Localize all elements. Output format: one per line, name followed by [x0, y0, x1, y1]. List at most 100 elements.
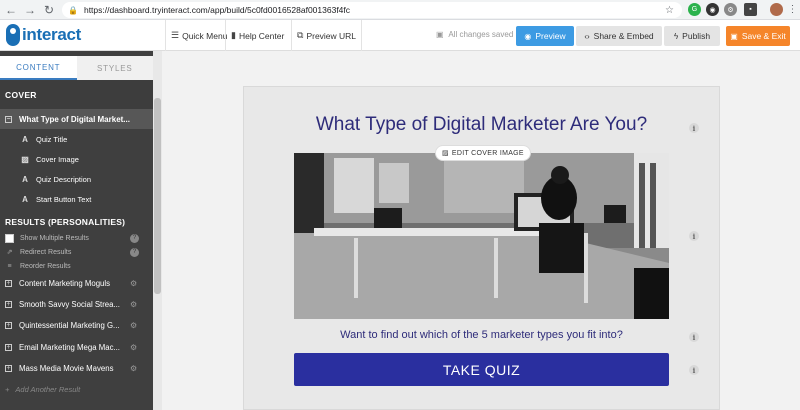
collapse-icon[interactable]: − [5, 115, 12, 123]
logo[interactable]: interact [6, 24, 81, 46]
tab-content[interactable]: CONTENT [0, 56, 77, 80]
preview-url-label: Preview URL [306, 30, 357, 41]
eye-extension-icon[interactable]: ◉ [706, 3, 719, 16]
sidebar-item-label: Quiz Description [36, 174, 92, 184]
expand-icon[interactable]: + [5, 321, 12, 329]
cover-photo [294, 153, 669, 319]
result-item[interactable]: + Quintessential Marketing G... ⚙ [0, 316, 153, 334]
expand-icon[interactable]: + [5, 279, 12, 287]
publish-button[interactable]: ϟ Publish [664, 26, 720, 46]
cover-image[interactable] [294, 153, 669, 319]
hamburger-icon: ☰ [171, 30, 180, 40]
extension-icon[interactable]: ▪ [744, 3, 757, 16]
redirect-results-option[interactable]: ⇗ Redirect Results ? [0, 245, 153, 259]
save-icon: ▣ [730, 31, 738, 41]
save-exit-label: Save & Exit [741, 31, 786, 41]
gear-icon[interactable]: ⚙ [130, 300, 137, 309]
gear-icon[interactable]: ⚙ [130, 343, 137, 352]
help-icon[interactable]: ? [130, 233, 139, 243]
share-embed-button[interactable]: ‹› Share & Embed [576, 26, 662, 46]
tab-styles[interactable]: STYLES [77, 56, 154, 80]
preview-label: Preview [535, 31, 566, 41]
preview-button[interactable]: ◉ Preview [516, 26, 574, 46]
result-label: Smooth Savvy Social Strea... [19, 299, 120, 309]
gear-icon[interactable]: ⚙ [130, 321, 137, 330]
quick-menu-link[interactable]: ☰ Quick Menu [165, 20, 232, 51]
result-label: Quintessential Marketing G... [19, 320, 120, 330]
image-icon: ▨ [442, 150, 449, 157]
external-link-icon: ⧉ [297, 30, 304, 40]
back-icon[interactable]: ← [3, 2, 19, 18]
text-icon: A [22, 194, 28, 204]
take-quiz-button[interactable]: TAKE QUIZ [294, 353, 669, 386]
info-icon[interactable]: i [689, 123, 699, 133]
show-multiple-results-option[interactable]: Show Multiple Results ? [0, 231, 153, 245]
sidebar-item-start-button-text[interactable]: A Start Button Text [0, 189, 153, 209]
book-icon: ▮ [231, 30, 236, 40]
cover-section-heading: COVER [0, 80, 153, 110]
text-icon: A [22, 134, 28, 144]
logo-icon [6, 24, 20, 46]
menu-icon[interactable]: ⋮ [786, 3, 799, 16]
help-center-label: Help Center [238, 30, 285, 41]
forward-icon[interactable]: → [22, 2, 38, 18]
expand-icon[interactable]: + [5, 343, 12, 351]
extension-icon[interactable]: ⚙ [724, 3, 737, 16]
reload-icon[interactable]: ↻ [41, 2, 57, 18]
gear-icon[interactable]: ⚙ [130, 279, 137, 288]
info-icon[interactable]: i [689, 231, 699, 241]
result-item[interactable]: + Mass Media Movie Mavens ⚙ [0, 359, 153, 377]
reorder-results-option[interactable]: ≡ Reorder Results [0, 259, 153, 273]
grammarly-icon[interactable]: G [688, 3, 701, 16]
result-item[interactable]: + Smooth Savvy Social Strea... ⚙ [0, 295, 153, 313]
quiz-title[interactable]: What Type of Digital Marketer Are You? [243, 114, 720, 136]
code-icon: ‹› [584, 31, 590, 41]
cover-item[interactable]: − What Type of Digital Market... [0, 109, 153, 129]
sidebar-item-label: Start Button Text [36, 194, 92, 204]
expand-icon[interactable]: + [5, 364, 12, 372]
sidebar-item-label: Quiz Title [36, 134, 68, 144]
bookmark-star-icon[interactable]: ☆ [665, 5, 674, 16]
reorder-icon: ≡ [7, 262, 12, 270]
add-result-button[interactable]: + Add Another Result [5, 385, 80, 394]
sidebar-item-quiz-description[interactable]: A Quiz Description [0, 169, 153, 189]
app-header: interact ☰ Quick Menu ▮ Help Center ⧉ Pr… [0, 20, 800, 51]
image-icon: ▨ [21, 154, 29, 164]
preview-url-link[interactable]: ⧉ Preview URL [291, 20, 363, 51]
result-label: Email Marketing Mega Mac... [19, 342, 120, 352]
text-icon: A [22, 174, 28, 184]
edit-cover-label: EDIT COVER IMAGE [451, 149, 524, 157]
sidebar-item-quiz-title[interactable]: A Quiz Title [0, 129, 153, 149]
option-label: Show Multiple Results [20, 234, 89, 242]
info-icon[interactable]: i [689, 332, 699, 342]
result-label: Content Marketing Moguls [19, 278, 111, 288]
eye-icon: ◉ [524, 31, 532, 41]
save-exit-button[interactable]: ▣ Save & Exit [726, 26, 790, 46]
address-bar[interactable]: 🔒 https://dashboard.tryinteract.com/app/… [62, 2, 682, 18]
help-center-link[interactable]: ▮ Help Center [225, 20, 289, 51]
editor-sidebar: CONTENT STYLES COVER − What Type of Digi… [0, 51, 162, 410]
result-label: Mass Media Movie Mavens [19, 363, 114, 373]
expand-icon[interactable]: + [5, 300, 12, 308]
result-item[interactable]: + Content Marketing Moguls ⚙ [0, 274, 153, 292]
show-multiple-checkbox[interactable] [5, 233, 14, 243]
result-item[interactable]: + Email Marketing Mega Mac... ⚙ [0, 338, 153, 356]
sidebar-item-label: Cover Image [36, 154, 79, 164]
browser-toolbar: ← → ↻ 🔒 https://dashboard.tryinteract.co… [0, 0, 800, 20]
sidebar-scroll-thumb[interactable] [154, 98, 161, 294]
edit-cover-image-button[interactable]: ▨ EDIT COVER IMAGE [435, 145, 531, 161]
option-label: Reorder Results [20, 262, 71, 270]
results-section-heading: RESULTS (PERSONALITIES) [5, 217, 126, 227]
avatar[interactable] [770, 3, 783, 16]
cover-item-label: What Type of Digital Market... [19, 114, 130, 124]
gear-icon[interactable]: ⚙ [130, 364, 137, 373]
add-result-label: Add Another Result [15, 385, 81, 394]
quiz-description[interactable]: Want to find out which of the 5 marketer… [243, 329, 720, 341]
info-icon[interactable]: i [689, 365, 699, 375]
plus-icon: + [5, 385, 10, 394]
help-icon[interactable]: ? [130, 247, 139, 257]
logo-text: interact [22, 25, 82, 44]
publish-label: Publish [682, 31, 711, 41]
sidebar-item-cover-image[interactable]: ▨ Cover Image [0, 149, 153, 169]
lock-icon: 🔒 [68, 5, 78, 15]
